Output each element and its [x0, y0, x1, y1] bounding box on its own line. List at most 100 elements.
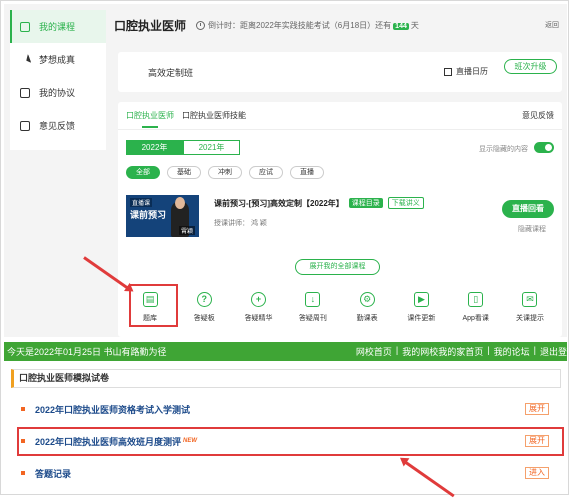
tool-label: 答疑周刊	[298, 315, 327, 322]
expand-button[interactable]: 展开	[525, 403, 549, 415]
tool-label: 答疑板	[193, 315, 215, 322]
calendar-icon	[444, 67, 452, 76]
link-separator: |	[487, 345, 490, 355]
sidebar-item-dream[interactable]: 梦想成真	[10, 43, 106, 76]
link-separator: |	[533, 345, 536, 355]
course-catalog-button[interactable]: 课程目录	[348, 198, 383, 208]
tab-oral-physician[interactable]: 口腔执业医师	[126, 110, 174, 121]
qa-weekly-icon: ↓	[305, 292, 321, 307]
sidebar-item-label: 我的协议	[39, 88, 76, 98]
countdown-prefix: 倒计时：距离2022年实践技能考试（6月18日）还有	[208, 20, 392, 30]
tool-label: App看课	[462, 315, 489, 322]
agreement-icon	[20, 87, 30, 98]
site-top-bar: 今天是2022年01月25日 书山有路勤为径 网校首页 | 我的网校我的家首页 …	[4, 342, 567, 361]
date-motto: 今天是2022年01月25日 书山有路勤为径	[7, 347, 167, 357]
course-dashboard: 我的课程 梦想成真 我的协议 意见反馈 口腔执业医师 倒计时：距离2022年实践…	[4, 4, 567, 337]
tool-app[interactable]: ▯ App看课	[450, 292, 502, 323]
mail-icon: ✉	[522, 292, 538, 307]
sidebar-item-feedback[interactable]: 意见反馈	[10, 109, 106, 142]
course-title[interactable]: 课前预习-[预习]高效定制【2022年】	[214, 198, 344, 209]
sidebar-item-label: 意见反馈	[39, 121, 76, 131]
course-card: 口腔执业医师 口腔执业医师技能 意见反馈 2022年 2021年 显示隐藏的内容…	[118, 102, 562, 337]
exam-row-label[interactable]: 2022年口腔执业医师资格考试入学测试	[35, 403, 190, 416]
course-icon	[20, 21, 30, 32]
enter-button[interactable]: 进入	[525, 467, 549, 479]
countdown-suffix: 天	[410, 20, 419, 30]
page-title: 口腔执业医师	[114, 18, 187, 33]
bullet	[21, 407, 25, 411]
year-2022-button[interactable]: 2022年	[126, 140, 183, 155]
bullet	[21, 471, 25, 475]
link-separator: |	[395, 345, 399, 355]
tab-oral-physician-skills[interactable]: 口腔执业医师技能	[182, 110, 246, 121]
year-2021-button[interactable]: 2021年	[183, 140, 240, 155]
exam-row[interactable]: 答题记录 进入	[21, 463, 553, 483]
filter-exam[interactable]: 应试	[249, 166, 283, 179]
calendar-label: 直播日历	[456, 67, 488, 76]
feedback-icon	[20, 120, 30, 131]
days-badge: 144	[393, 22, 409, 30]
course-title-row: 课前预习-[预习]高效定制【2022年】 课程目录 下载讲义	[214, 197, 424, 209]
expand-all-courses-button[interactable]: 展开我的全部课程	[295, 259, 380, 275]
course-tabs: 口腔执业医师 口腔执业医师技能	[126, 110, 246, 121]
highlight-box-monthly-test	[17, 427, 564, 456]
link-home[interactable]: 网校首页	[356, 345, 392, 358]
sidebar-item-my-courses[interactable]: 我的课程	[10, 10, 106, 43]
highlight-box-question-bank	[129, 284, 178, 327]
tool-timetable[interactable]: ⚙ 勤课表	[341, 292, 393, 323]
link-forum[interactable]: 我的论坛	[494, 345, 530, 358]
tool-course-reminder[interactable]: ✉ 关课提示	[504, 292, 556, 323]
back-link[interactable]: 返回	[545, 20, 559, 30]
active-tab-underline	[142, 126, 158, 128]
sidebar-item-label: 我的课程	[39, 22, 76, 32]
upgrade-button[interactable]: 班次升级	[504, 59, 557, 74]
tool-label: 课件更新	[407, 315, 436, 322]
filter-sprint[interactable]: 冲刺	[208, 166, 242, 179]
feedback-link[interactable]: 意见反馈	[522, 110, 554, 121]
filter-all[interactable]: 全部	[126, 166, 160, 179]
tool-qa-essence[interactable]: + 答疑精华	[233, 292, 285, 323]
live-replay-button[interactable]: 直播回看	[502, 200, 554, 218]
tool-icons: ▤ 题库 ? 答疑板 + 答疑精华 ↓ 答疑周刊 ⚙ 勤课表 ▶ 课件更新 ▯ App看课 ✉…	[124, 292, 556, 323]
filter-basic[interactable]: 基础	[167, 166, 201, 179]
link-logout[interactable]: 退出登	[540, 345, 567, 358]
course-teacher: 授课讲师： 鸿 颖	[214, 220, 267, 227]
tool-label: 关课提示	[515, 315, 544, 322]
sidebar: 我的课程 梦想成真 我的协议 意见反馈	[10, 10, 106, 150]
divider	[118, 129, 562, 130]
thumb-title: 课前预习	[130, 210, 167, 220]
exam-section-title: 口腔执业医师模拟试卷	[11, 369, 561, 388]
course-thumbnail[interactable]: 直播课 课前预习 霄颖	[126, 195, 199, 237]
courseware-update-icon: ▶	[413, 292, 429, 307]
page-header: 口腔执业医师 倒计时：距离2022年实践技能考试（6月18日）还有 144 天 返回	[114, 10, 567, 40]
thumb-teacher-name: 霄颖	[178, 226, 195, 235]
paper-plane-icon	[18, 53, 32, 66]
thumb-tag: 直播课	[130, 198, 153, 207]
tool-courseware-update[interactable]: ▶ 课件更新	[395, 292, 447, 323]
download-handout-button[interactable]: 下载讲义	[387, 197, 424, 209]
exam-countdown: 倒计时：距离2022年实践技能考试（6月18日）还有 144 天	[208, 20, 419, 31]
exam-row-label[interactable]: 答题记录	[35, 467, 71, 480]
course-filters: 全部 基础 冲刺 应试 直播	[126, 166, 324, 179]
show-hidden-label: 显示隐藏的内容	[479, 146, 528, 153]
class-name: 高效定制班	[148, 68, 194, 78]
class-card: 高效定制班 直播日历 班次升级	[118, 52, 562, 92]
timetable-icon: ⚙	[359, 292, 375, 307]
tool-qa-board[interactable]: ? 答疑板	[178, 292, 230, 323]
teacher-head	[175, 197, 185, 209]
qa-essence-icon: +	[251, 292, 267, 307]
year-switch: 2022年 2021年	[126, 140, 240, 155]
tool-label: 答疑精华	[244, 315, 273, 322]
link-my-home[interactable]: 我的网校我的家首页	[402, 345, 483, 358]
live-calendar-link[interactable]: 直播日历	[444, 66, 488, 77]
sidebar-item-label: 梦想成真	[39, 55, 76, 65]
clock-icon	[196, 20, 206, 30]
sidebar-item-agreement[interactable]: 我的协议	[10, 76, 106, 109]
tool-qa-weekly[interactable]: ↓ 答疑周刊	[287, 292, 339, 323]
app-icon: ▯	[468, 292, 484, 307]
show-hidden-toggle[interactable]	[534, 142, 554, 153]
exam-row[interactable]: 2022年口腔执业医师资格考试入学测试 展开	[21, 399, 553, 419]
hide-course-link[interactable]: 隐藏课程	[518, 224, 546, 234]
filter-live[interactable]: 直播	[290, 166, 324, 179]
tool-label: 勤课表	[356, 315, 378, 322]
